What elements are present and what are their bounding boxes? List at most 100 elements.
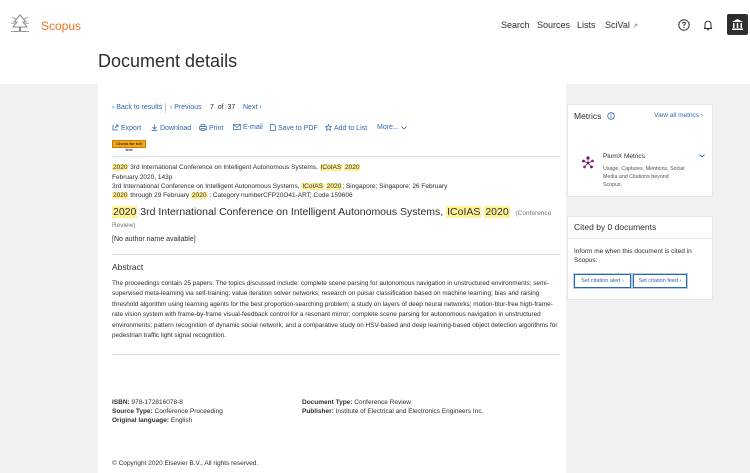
abstract-text: The proceedings contain 25 papers. The t… [112,280,558,340]
citation-feed-label: Set citation feed [638,278,679,284]
bell-icon[interactable] [702,19,714,31]
set-citation-feed-button[interactable]: Set citation feed › [633,274,687,288]
metadata-right: Document Type: Conference Review Publish… [302,398,483,416]
document-type-tag: (Conference [515,210,552,217]
pdf-icon [270,124,276,131]
check-full-text-button[interactable]: Check for full text [112,140,146,152]
email-button[interactable]: E-mail [233,124,263,131]
divider [112,156,560,157]
source-text: 3rd International Conference on Intellig… [112,183,302,190]
document-type-tag-cont: Review) [112,222,136,229]
save-to-pdf-label: Save to PDF [278,125,318,132]
back-label: Back to results [116,104,163,111]
chevron-down-icon[interactable] [698,152,706,160]
document-type-label: Document Type: [302,399,353,406]
divider [112,354,560,355]
institution-button[interactable] [727,14,748,35]
source-type-row: Source Type: Conference Proceeding [112,407,223,416]
source-line-1: 2020 3rd International Conference on Int… [112,164,361,171]
email-label: E-mail [243,124,263,131]
language-value: English [169,417,193,424]
highlight: ICoIAS [301,183,324,190]
more-menu[interactable]: More... [377,124,409,131]
page-title: Document details [98,51,238,71]
isbn-row: ISBN: 978-172816078-8 [112,398,223,407]
institution-icon [732,19,743,30]
more-label: More... [377,124,399,131]
email-icon [233,124,241,130]
help-icon[interactable] [678,19,690,31]
plumx-description: Usage, Captures, Mentions, Social Media … [603,166,685,188]
nav-scival[interactable]: SciVal ↗ [605,20,638,30]
isbn-label: ISBN: [112,399,130,406]
source-line-2: February 2020, 143p [112,174,173,181]
top-bar: Scopus Search Sources Lists SciVal ↗ [0,0,750,52]
export-button[interactable]: Export [112,124,141,132]
metrics-heading: Metrics [574,111,602,121]
metadata-left: ISBN: 978-172816078-8 Source Type: Confe… [112,398,223,425]
download-label: Download [160,125,192,132]
plumx-icon [582,156,594,169]
print-button[interactable]: Print [199,124,223,132]
star-icon [324,123,333,132]
publisher-row: Publisher: Institute of Electrical and E… [302,407,483,416]
set-citation-alert-button[interactable]: Set citation alert › [574,274,631,288]
back-to-results-link[interactable]: ‹ Back to results [112,104,162,111]
external-link-icon: ↗ [632,23,639,30]
source-type-label: Source Type: [112,408,153,415]
highlight: 2020 [484,206,510,218]
info-icon[interactable] [607,112,615,120]
isbn-value: 978-172816078-8 [129,399,183,406]
nav-scival-label: SciVal [605,20,630,30]
language-row: Original language: English [112,416,223,425]
scopus-logo[interactable]: Scopus [41,19,81,33]
title-text: 3rd International Conference on Intellig… [137,206,447,218]
add-to-list-button[interactable]: Add to List [324,123,368,132]
source-type-value: Conference Proceeding [152,408,223,415]
previous-link[interactable]: ‹ Previous [170,104,202,111]
source-text: ; Category numberCFP20O41-ART; Code 1596… [207,192,353,199]
add-to-list-label: Add to List [334,125,368,132]
view-all-metrics-link[interactable]: View all metrics › [654,112,703,119]
abstract-heading: Abstract [112,262,144,272]
source-line-3: 3rd International Conference on Intellig… [112,183,447,190]
divider [567,238,713,239]
nav-sources[interactable]: Sources [537,20,570,30]
source-text: through 29 February [128,192,191,199]
elsevier-logo-icon[interactable] [9,13,31,33]
save-to-pdf-button[interactable]: Save to PDF [270,124,318,132]
next-label: Next [243,104,258,111]
highlight: 2020 [190,192,208,199]
export-label: Export [121,125,142,132]
publisher-value: Institute of Electrical and Electronics … [333,408,484,415]
export-icon [112,124,119,131]
pager-divider [165,103,166,113]
view-all-label: View all metrics [654,112,700,119]
download-button[interactable]: Download [151,124,191,132]
citation-alert-prompt: Inform me when this document is cited in… [574,248,692,264]
highlight: 2020 [112,206,138,218]
language-label: Original language: [112,417,170,424]
source-text: 3rd International Conference on Intellig… [128,164,320,171]
highlight: 2020 [112,192,129,199]
nav-lists[interactable]: Lists [577,20,596,30]
cited-by-heading: Cited by 0 documents [574,222,657,232]
previous-label: Previous [174,104,202,111]
download-icon [151,124,158,131]
plumx-title: PlumX Metrics [603,153,645,160]
document-type-row: Document Type: Conference Review [302,398,483,407]
nav-search[interactable]: Search [501,20,530,30]
publisher-label: Publisher: [302,408,334,415]
source-line-4: 2020 through 29 February 2020 ; Category… [112,192,353,199]
result-position: 7 of 37 [210,104,236,111]
print-icon [199,124,207,131]
print-label: Print [209,125,224,132]
highlight: ICoIAS [319,164,343,171]
divider [112,254,560,255]
highlight: ICoIAS [446,206,482,218]
highlight: 2020 [325,183,343,190]
chevron-down-icon [400,126,407,130]
highlight: 2020 [112,164,129,171]
next-link[interactable]: Next › [243,104,262,111]
source-text: ; Singapore; Singapore; 26 February [342,183,448,190]
